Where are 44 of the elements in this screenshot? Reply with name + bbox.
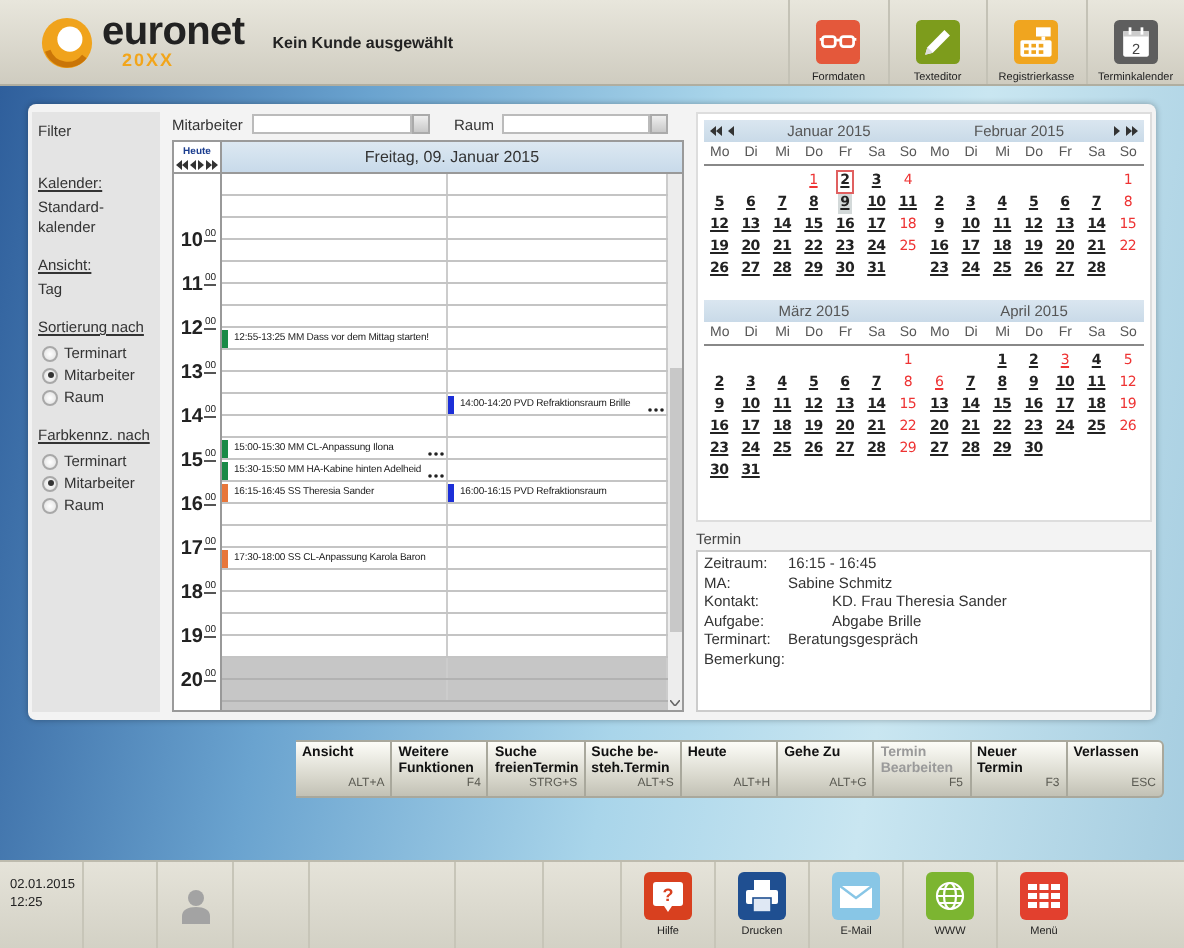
logo-edition: 20XX [122, 52, 177, 70]
hour-label: 12 [180, 317, 203, 339]
cash-register-icon [1012, 20, 1061, 64]
double-left-arrow-icon[interactable] [176, 159, 188, 169]
printer-icon [738, 872, 786, 920]
staff-field[interactable] [252, 114, 412, 134]
double-right-arrow-icon[interactable] [1126, 126, 1138, 136]
hour-label: 15 [180, 449, 203, 471]
radio-button[interactable] [42, 389, 58, 405]
scrollbar-thumb[interactable] [669, 368, 681, 632]
person-icon [179, 887, 211, 923]
hour-label: 11 [181, 273, 203, 295]
globe-icon [926, 872, 974, 920]
date-title: Freitag, 09. Januar 2015 [222, 142, 682, 174]
radio-button[interactable] [42, 475, 58, 491]
room-field[interactable] [502, 114, 650, 134]
radio-button[interactable] [42, 453, 58, 469]
double-right-arrow-icon[interactable] [206, 159, 218, 169]
hour-label: 14 [180, 405, 203, 427]
hour-label: 19 [180, 625, 203, 647]
right-arrow-icon[interactable] [1114, 126, 1120, 136]
menu-icon [1020, 872, 1068, 920]
hour-label: 20 [180, 669, 203, 691]
hour-label: 13 [180, 361, 203, 383]
customer-status: Kein Kunde ausgewählt [272, 33, 453, 51]
left-arrow-icon[interactable] [728, 126, 734, 136]
pencil-icon [913, 20, 962, 64]
left-arrow-icon[interactable] [190, 159, 196, 169]
logo-name: euronet [102, 14, 245, 52]
radio-button[interactable] [42, 345, 58, 361]
logo-icon [40, 15, 94, 69]
calendar-icon: 2 [1111, 20, 1160, 64]
glasses-icon [814, 20, 863, 64]
hour-label: 18 [180, 581, 203, 603]
scroll-down-icon[interactable] [670, 700, 680, 706]
hour-label: 17 [180, 537, 203, 559]
double-left-arrow-icon[interactable] [710, 126, 722, 136]
right-arrow-icon[interactable] [198, 159, 204, 169]
hour-label: 16 [180, 493, 203, 515]
help-icon: ? [644, 872, 692, 920]
mail-icon [832, 872, 880, 920]
radio-button[interactable] [42, 497, 58, 513]
hour-label: 10 [180, 229, 203, 251]
radio-button[interactable] [42, 367, 58, 383]
